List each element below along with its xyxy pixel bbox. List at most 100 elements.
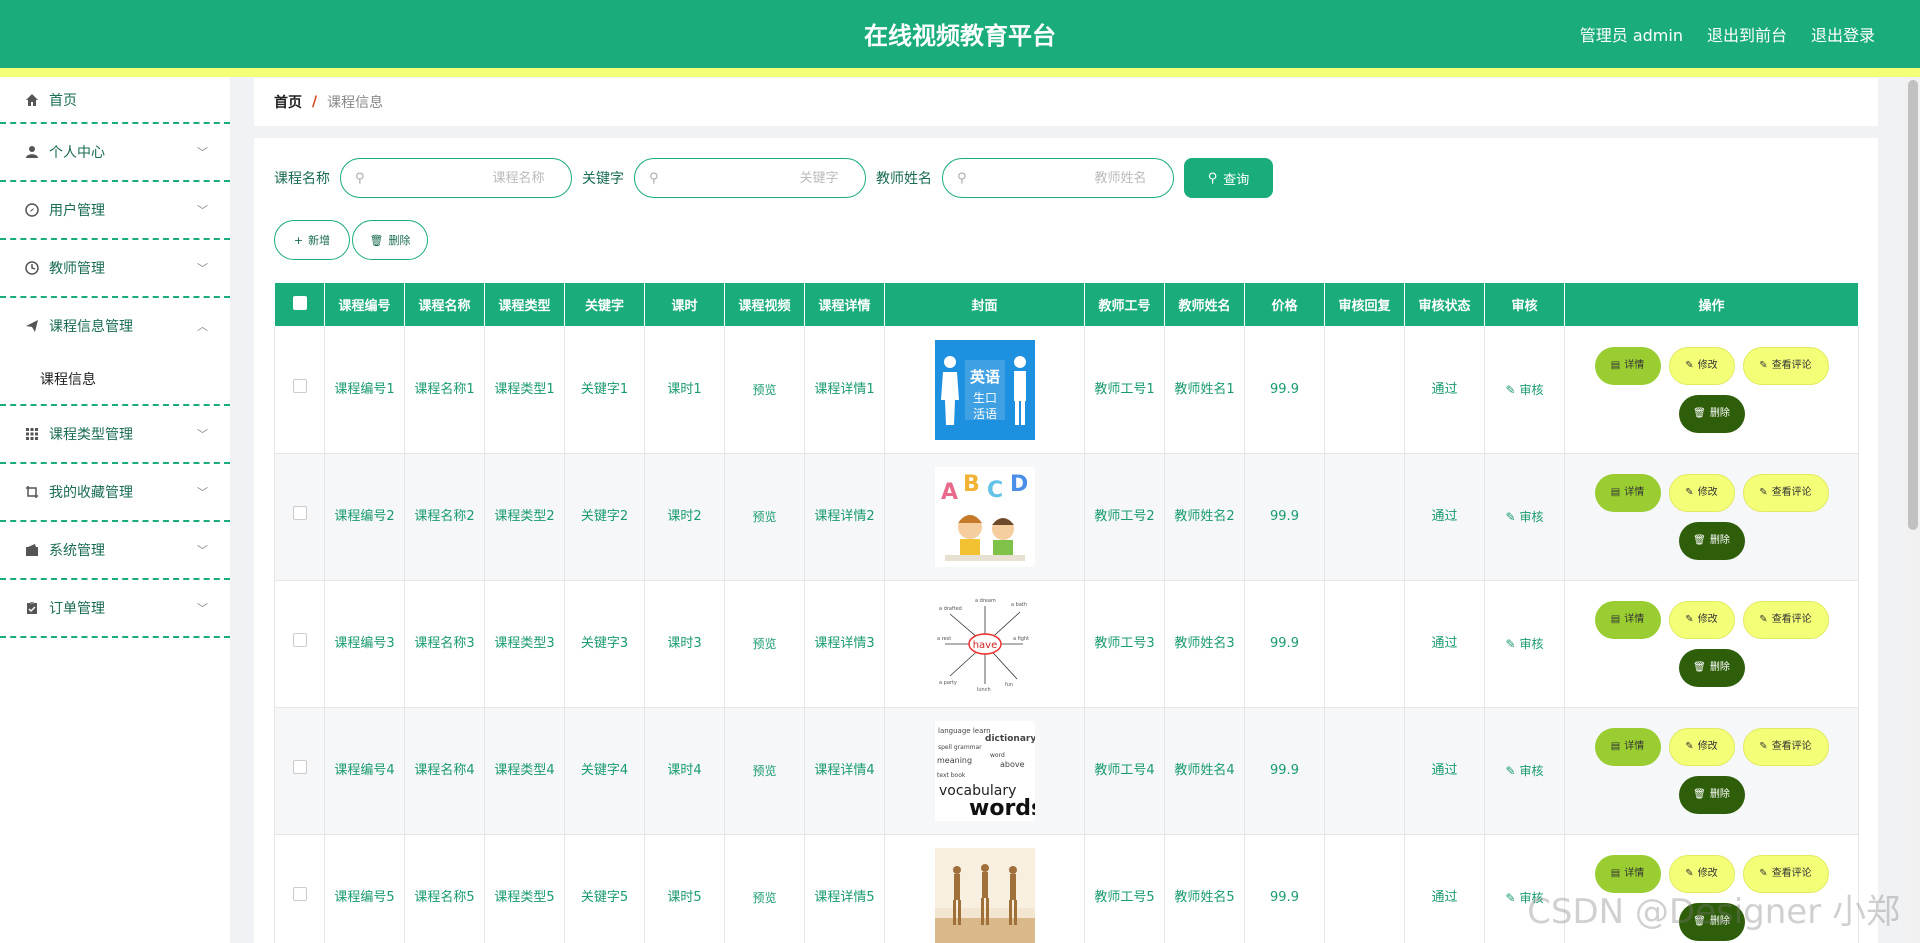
- keyword-label: 关键字: [582, 171, 624, 187]
- breadcrumb-separator: /: [312, 94, 318, 110]
- price-cell: 99.9: [1244, 834, 1325, 943]
- vocabulary-words-cover: language learn dictionary spell grammar mea…: [885, 721, 1084, 821]
- row-delete-button[interactable]: 🗑 删除: [1678, 649, 1745, 687]
- sidebar-item-order-management[interactable]: 订单管理 ﹀: [0, 580, 230, 638]
- keyword-cell: 关键字5: [564, 834, 645, 943]
- sidebar-subitem-course-info[interactable]: 课程信息: [0, 353, 230, 406]
- course-name-cell: 课程名称1: [404, 326, 485, 454]
- row-checkbox[interactable]: [292, 506, 307, 520]
- edit-button[interactable]: ✎ 修改: [1668, 347, 1735, 385]
- course-type-cell: 课程类型3: [484, 580, 565, 708]
- video-preview-link[interactable]: 预览: [724, 580, 805, 708]
- sidebar-item-label: 我的收藏管理: [49, 485, 133, 501]
- batch-delete-button[interactable]: 🗑 删除: [352, 220, 428, 260]
- sidebar-item-teacher-management[interactable]: 教师管理 ﹀: [0, 240, 230, 298]
- row-checkbox[interactable]: [292, 379, 307, 393]
- sidebar-item-favorites-management[interactable]: 我的收藏管理 ﹀: [0, 464, 230, 522]
- row-select-cell[interactable]: [274, 834, 325, 943]
- svg-text:A: A: [941, 480, 958, 505]
- view-comments-button[interactable]: ✎ 查看评论: [1742, 347, 1829, 385]
- row-select-cell[interactable]: [274, 580, 325, 708]
- edit-button[interactable]: ✎ 修改: [1668, 728, 1735, 766]
- edit-icon: ✎: [1685, 741, 1694, 752]
- chevron-down-icon: ﹀: [197, 146, 208, 159]
- teacher-name-cell: 教师姓名5: [1164, 834, 1245, 943]
- detail-button[interactable]: ▤ 详情: [1594, 474, 1661, 512]
- select-all-cell[interactable]: [274, 282, 325, 327]
- row-delete-button[interactable]: 🗑 删除: [1678, 776, 1745, 814]
- audit-reply-cell: [1324, 580, 1405, 708]
- sidebar-item-user-management[interactable]: 用户管理 ﹀: [0, 182, 230, 240]
- svg-text:D: D: [1010, 472, 1028, 497]
- teacher-name-input[interactable]: [966, 170, 1147, 186]
- sidebar-item-system-management[interactable]: 系统管理 ﹀: [0, 522, 230, 580]
- row-select-cell[interactable]: [274, 453, 325, 581]
- audit-link[interactable]: ✎ 审核: [1506, 764, 1544, 778]
- document-icon: ▤: [1610, 868, 1621, 879]
- sidebar-item-label: 首页: [49, 92, 77, 109]
- hours-cell: 课时2: [644, 453, 725, 581]
- audit-status-cell: 通过: [1404, 834, 1485, 943]
- select-all-checkbox[interactable]: [292, 295, 307, 310]
- detail-button[interactable]: ▤ 详情: [1594, 728, 1661, 766]
- sidebar-item-course-type-management[interactable]: 课程类型管理 ﹀: [0, 406, 230, 464]
- document-icon: ▤: [1610, 741, 1621, 752]
- svg-text:a bath: a bath: [1011, 602, 1027, 608]
- detail-button[interactable]: ▤ 详情: [1594, 601, 1661, 639]
- svg-text:活语: 活语: [972, 407, 996, 421]
- trash-icon: 🗑: [1693, 789, 1706, 800]
- view-comments-button[interactable]: ✎ 查看评论: [1742, 474, 1829, 512]
- course-detail-cell: 课程详情4: [804, 707, 885, 835]
- svg-text:a party: a party: [939, 680, 957, 686]
- edit-button[interactable]: ✎ 修改: [1668, 474, 1735, 512]
- teacher-no-cell: 教师工号4: [1084, 707, 1165, 835]
- table-row: 课程编号2 课程名称2 课程类型2 关键字2 课时2 预览 课程详情2 A B C D 教师工号2 教师…: [274, 453, 1859, 581]
- video-preview-link[interactable]: 预览: [724, 707, 805, 835]
- view-comments-button[interactable]: ✎ 查看评论: [1742, 728, 1829, 766]
- edit-label: 修改: [1697, 360, 1718, 371]
- query-button[interactable]: ⚲ 查询: [1184, 158, 1273, 198]
- breadcrumb-home[interactable]: 首页: [274, 92, 302, 112]
- sidebar-item-course-info-management[interactable]: 课程信息管理 ︿: [0, 298, 230, 353]
- course-detail-cell: 课程详情2: [804, 453, 885, 581]
- keyword-input[interactable]: [658, 170, 839, 186]
- course-no-cell: 课程编号4: [324, 707, 405, 835]
- svg-text:word: word: [990, 752, 1005, 759]
- audit-link[interactable]: ✎ 审核: [1506, 637, 1544, 651]
- video-preview-link[interactable]: 预览: [724, 326, 805, 454]
- clipboard-icon: [24, 600, 40, 616]
- audit-link[interactable]: ✎ 审核: [1506, 383, 1544, 397]
- ops-cell: ▤ 详情 ✎ 修改 ✎ 查看评论 🗑 删除: [1564, 707, 1859, 835]
- row-delete-button[interactable]: 🗑 删除: [1678, 522, 1745, 560]
- course-type-cell: 课程类型2: [484, 453, 565, 581]
- column-header: 课程视频: [724, 282, 805, 327]
- table-row: 课程编号1 课程名称1 课程类型1 关键字1 课时1 预览 课程详情1 英语 生口 活语 教师工号1…: [274, 326, 1859, 454]
- row-checkbox[interactable]: [292, 760, 307, 774]
- row-select-cell[interactable]: [274, 326, 325, 454]
- add-button[interactable]: + 新增: [274, 220, 350, 260]
- delete-label: 删除: [1709, 662, 1730, 673]
- sidebar-item-home[interactable]: 首页: [0, 77, 230, 124]
- row-checkbox[interactable]: [292, 633, 307, 647]
- row-checkbox[interactable]: [292, 887, 307, 901]
- video-preview-link[interactable]: 预览: [724, 453, 805, 581]
- audit-link[interactable]: ✎ 审核: [1506, 510, 1544, 524]
- svg-text:above: above: [1000, 760, 1025, 769]
- detail-label: 详情: [1624, 614, 1645, 625]
- video-preview-link[interactable]: 预览: [724, 834, 805, 943]
- admin-link[interactable]: 管理员 admin: [1580, 22, 1683, 46]
- edit-button[interactable]: ✎ 修改: [1668, 601, 1735, 639]
- svg-text:fun: fun: [1005, 682, 1013, 688]
- exit-to-frontend-link[interactable]: 退出到前台: [1707, 22, 1787, 46]
- edit-icon: ✎: [1505, 509, 1516, 524]
- view-comments-button[interactable]: ✎ 查看评论: [1742, 601, 1829, 639]
- logout-link[interactable]: 退出登录: [1811, 22, 1875, 46]
- detail-button[interactable]: ▤ 详情: [1594, 347, 1661, 385]
- row-delete-button[interactable]: 🗑 删除: [1678, 395, 1745, 433]
- course-name-input[interactable]: [364, 170, 545, 186]
- scrollbar-thumb[interactable]: [1908, 80, 1918, 530]
- sidebar-item-personal-center[interactable]: 个人中心 ﹀: [0, 124, 230, 182]
- compass-icon: [24, 202, 40, 218]
- send-icon: [24, 318, 40, 334]
- row-select-cell[interactable]: [274, 707, 325, 835]
